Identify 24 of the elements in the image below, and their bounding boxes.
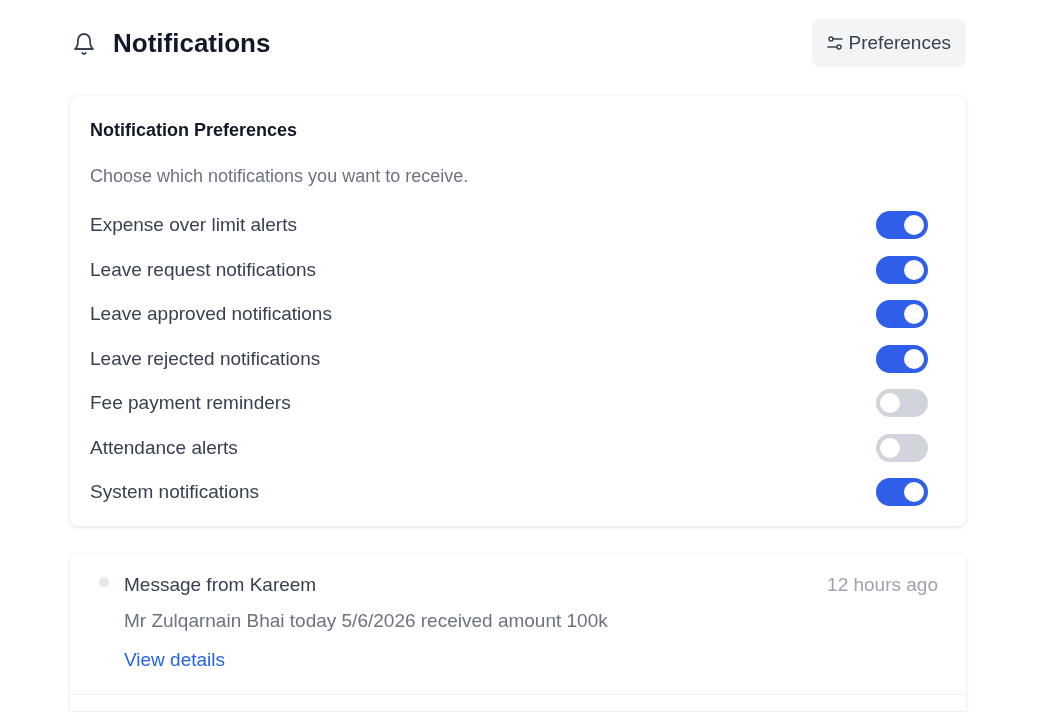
toggle-switch[interactable] [876, 433, 928, 462]
toggle-switch[interactable] [876, 300, 928, 328]
notification-time: 12 hours ago [827, 573, 938, 597]
toggle-switch[interactable] [876, 344, 928, 373]
preference-label: Expense over limit alerts [90, 213, 297, 237]
page-title: Notifications [113, 27, 271, 59]
toggle-switch[interactable] [876, 211, 928, 239]
preference-label: Fee payment reminders [90, 391, 291, 415]
preference-label: Leave approved notifications [90, 302, 332, 326]
preference-label: Attendance alerts [90, 435, 238, 460]
toggle-switch[interactable] [876, 478, 928, 506]
preference-label: Leave rejected notifications [90, 346, 321, 371]
preference-label: System notifications [90, 480, 259, 504]
sliders-icon [826, 35, 843, 51]
notification-body: Mr Zulqarnain Bhai today 5/6/2026 received amount 100k [124, 609, 609, 633]
preference-label: Leave request notifications [90, 257, 317, 282]
toggle-switch[interactable] [876, 255, 928, 284]
preferences-button[interactable]: Preferences [811, 19, 966, 67]
card-description: Choose which notifications you want to receive. [90, 165, 470, 188]
notification-title: Message from Kareem [124, 573, 317, 597]
toggle-switch[interactable] [876, 389, 928, 417]
card-title: Notification Preferences [90, 119, 299, 142]
bell-icon [72, 30, 96, 56]
view-details-link[interactable]: View details [124, 647, 226, 673]
